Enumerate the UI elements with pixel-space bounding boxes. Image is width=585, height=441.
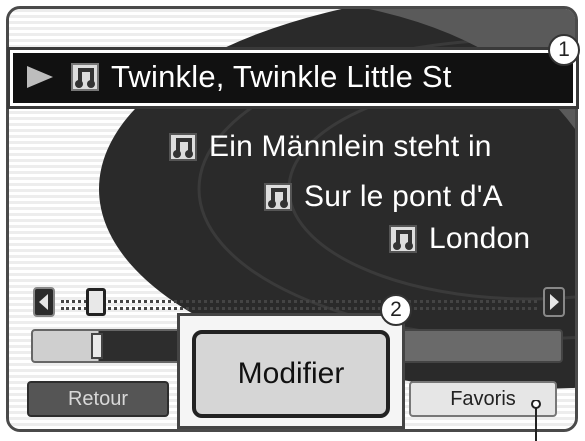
- list-item[interactable]: Ein Männlein steht in: [169, 127, 492, 167]
- edit-label: Modifier: [237, 357, 345, 390]
- music-note-icon: [169, 133, 197, 161]
- edit-button[interactable]: Modifier: [192, 330, 390, 418]
- scroll-right-button[interactable]: [543, 287, 565, 317]
- list-item[interactable]: Sur le pont d'A: [264, 177, 503, 217]
- left-arrow-icon: [39, 294, 48, 310]
- pointer-line: [531, 400, 541, 441]
- favorites-label: Favoris: [450, 387, 516, 410]
- selected-song-title: Twinkle, Twinkle Little St: [111, 59, 452, 94]
- music-note-icon: [389, 225, 417, 253]
- song-title: London: [429, 222, 531, 255]
- music-note-icon: [264, 183, 292, 211]
- slider-handle[interactable]: [91, 333, 103, 359]
- tempo-slider[interactable]: [31, 329, 181, 363]
- song-title: Sur le pont d'A: [304, 180, 503, 213]
- scrollbar-thumb[interactable]: [85, 288, 106, 316]
- song-title: Ein Männlein steht in: [209, 130, 492, 163]
- right-arrow-icon: [550, 294, 559, 310]
- disabled-bar: [401, 329, 563, 363]
- selected-list-item[interactable]: Twinkle, Twinkle Little St: [7, 47, 579, 109]
- callout-1: 1: [548, 34, 580, 66]
- music-note-icon: [71, 63, 99, 91]
- list-item[interactable]: London: [389, 219, 530, 259]
- play-icon: [27, 66, 53, 88]
- scrollbar-track[interactable]: [61, 300, 537, 310]
- back-button[interactable]: Retour: [27, 381, 169, 417]
- scroll-left-button[interactable]: [33, 287, 55, 317]
- back-label: Retour: [67, 387, 129, 410]
- edit-button-frame: Modifier: [177, 313, 405, 429]
- callout-2: 2: [380, 294, 412, 326]
- selected-song-row: Twinkle, Twinkle Little St: [23, 57, 452, 97]
